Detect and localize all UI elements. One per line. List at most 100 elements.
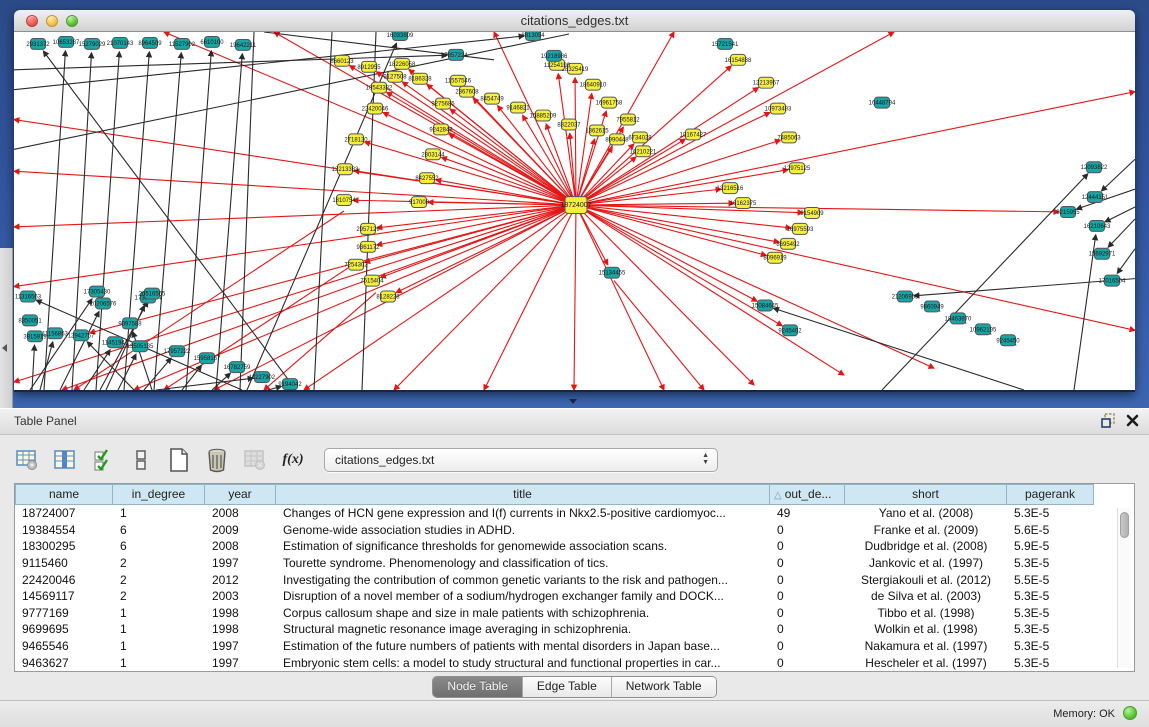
cell-out_degree[interactable]: 0 bbox=[770, 573, 845, 587]
cell-name[interactable]: 9463627 bbox=[15, 656, 113, 670]
cell-pagerank[interactable]: 5.3E-5 bbox=[1007, 506, 1094, 520]
cell-in_degree[interactable]: 2 bbox=[113, 556, 205, 570]
column-header-short[interactable]: short bbox=[845, 484, 1007, 505]
cell-name[interactable]: 9465546 bbox=[15, 639, 113, 653]
cell-pagerank[interactable]: 5.3E-5 bbox=[1007, 556, 1094, 570]
cell-year[interactable]: 2012 bbox=[205, 573, 276, 587]
column-header-pagerank[interactable]: pagerank bbox=[1007, 484, 1094, 505]
cell-out_degree[interactable]: 0 bbox=[770, 656, 845, 670]
cell-in_degree[interactable]: 1 bbox=[113, 639, 205, 653]
new-column-icon[interactable] bbox=[166, 447, 192, 473]
scrollbar-thumb[interactable] bbox=[1120, 512, 1129, 538]
cell-out_degree[interactable]: 0 bbox=[770, 639, 845, 653]
table-row[interactable]: 969969511998Structural magnetic resonanc… bbox=[15, 621, 1134, 638]
control-panel-edge[interactable] bbox=[0, 248, 13, 408]
network-canvas[interactable]: 1872400786601238912955182260589127508105… bbox=[14, 32, 1135, 392]
float-panel-icon[interactable] bbox=[1101, 413, 1116, 433]
cell-title[interactable]: Investigating the contribution of common… bbox=[276, 573, 770, 587]
cell-out_degree[interactable]: 0 bbox=[770, 539, 845, 553]
table-row[interactable]: 1938455462009Genome-wide association stu… bbox=[15, 522, 1134, 539]
cell-year[interactable]: 1997 bbox=[205, 639, 276, 653]
cell-out_degree[interactable]: 0 bbox=[770, 622, 845, 636]
cell-pagerank[interactable]: 5.5E-5 bbox=[1007, 573, 1094, 587]
cell-out_degree[interactable]: 0 bbox=[770, 606, 845, 620]
cell-year[interactable]: 2003 bbox=[205, 589, 276, 603]
cell-title[interactable]: Estimation of significance thresholds fo… bbox=[276, 539, 770, 553]
cell-name[interactable]: 19384554 bbox=[15, 523, 113, 537]
cell-name[interactable]: 22420046 bbox=[15, 573, 113, 587]
table-row[interactable]: 1456911722003Disruption of a novel membe… bbox=[15, 588, 1134, 605]
cell-in_degree[interactable]: 1 bbox=[113, 656, 205, 670]
cell-title[interactable]: Embryonic stem cells: a model to study s… bbox=[276, 656, 770, 670]
cell-short[interactable]: Dudbridge et al. (2008) bbox=[845, 539, 1007, 553]
select-columns-icon[interactable] bbox=[90, 447, 116, 473]
cell-title[interactable]: Tourette syndrome. Phenomenology and cla… bbox=[276, 556, 770, 570]
cell-out_degree[interactable]: 0 bbox=[770, 589, 845, 603]
cell-name[interactable]: 18724007 bbox=[15, 506, 113, 520]
table-row[interactable]: 946554611997Estimation of the future num… bbox=[15, 638, 1134, 655]
cell-title[interactable]: Disruption of a novel member of a sodium… bbox=[276, 589, 770, 603]
cell-year[interactable]: 1998 bbox=[205, 606, 276, 620]
cell-year[interactable]: 2009 bbox=[205, 523, 276, 537]
close-panel-icon[interactable] bbox=[1126, 414, 1139, 432]
panel-collapse-arrow-icon[interactable] bbox=[2, 344, 7, 352]
cell-in_degree[interactable]: 6 bbox=[113, 523, 205, 537]
cell-in_degree[interactable]: 2 bbox=[113, 573, 205, 587]
cell-name[interactable]: 9777169 bbox=[15, 606, 113, 620]
table-row[interactable]: 1872400712008Changes of HCN gene express… bbox=[15, 505, 1134, 522]
cell-in_degree[interactable]: 1 bbox=[113, 622, 205, 636]
cell-year[interactable]: 1997 bbox=[205, 556, 276, 570]
network-window-titlebar[interactable]: citations_edges.txt bbox=[14, 10, 1135, 32]
cell-pagerank[interactable]: 5.6E-5 bbox=[1007, 523, 1094, 537]
cell-pagerank[interactable]: 5.9E-5 bbox=[1007, 539, 1094, 553]
column-header-in_degree[interactable]: in_degree bbox=[113, 484, 205, 505]
cell-name[interactable]: 14569117 bbox=[15, 589, 113, 603]
cell-in_degree[interactable]: 1 bbox=[113, 606, 205, 620]
cell-year[interactable]: 2008 bbox=[205, 539, 276, 553]
cell-in_degree[interactable]: 1 bbox=[113, 506, 205, 520]
cell-short[interactable]: Wolkin et al. (1998) bbox=[845, 622, 1007, 636]
cell-year[interactable]: 1997 bbox=[205, 656, 276, 670]
cell-title[interactable]: Corpus callosum shape and size in male p… bbox=[276, 606, 770, 620]
cell-year[interactable]: 1998 bbox=[205, 622, 276, 636]
cell-pagerank[interactable]: 5.3E-5 bbox=[1007, 639, 1094, 653]
cell-short[interactable]: Hescheler et al. (1997) bbox=[845, 656, 1007, 670]
column-header-out_degree[interactable]: △out_de... bbox=[770, 484, 845, 505]
cell-pagerank[interactable]: 5.3E-5 bbox=[1007, 589, 1094, 603]
cell-out_degree[interactable]: 0 bbox=[770, 556, 845, 570]
cell-in_degree[interactable]: 6 bbox=[113, 539, 205, 553]
cell-short[interactable]: Franke et al. (2009) bbox=[845, 523, 1007, 537]
cell-out_degree[interactable]: 0 bbox=[770, 523, 845, 537]
cell-out_degree[interactable]: 49 bbox=[770, 506, 845, 520]
column-header-year[interactable]: year bbox=[205, 484, 276, 505]
cell-name[interactable]: 9115460 bbox=[15, 556, 113, 570]
cell-pagerank[interactable]: 5.3E-5 bbox=[1007, 656, 1094, 670]
cell-title[interactable]: Genome-wide association studies in ADHD. bbox=[276, 523, 770, 537]
cell-pagerank[interactable]: 5.3E-5 bbox=[1007, 606, 1094, 620]
cell-name[interactable]: 9699695 bbox=[15, 622, 113, 636]
delete-column-icon[interactable] bbox=[204, 447, 230, 473]
cell-short[interactable]: Stergiakouli et al. (2012) bbox=[845, 573, 1007, 587]
table-row[interactable]: 2242004622012Investigating the contribut… bbox=[15, 571, 1134, 588]
table-row[interactable]: 946362711997Embryonic stem cells: a mode… bbox=[15, 654, 1134, 671]
tab-node-table[interactable]: Node Table bbox=[433, 677, 523, 697]
table-scrollbar[interactable] bbox=[1117, 508, 1131, 668]
table-row[interactable]: 1830029562008Estimation of significance … bbox=[15, 538, 1134, 555]
cell-short[interactable]: de Silva et al. (2003) bbox=[845, 589, 1007, 603]
table-options-icon[interactable] bbox=[14, 447, 40, 473]
tab-network-table[interactable]: Network Table bbox=[612, 677, 716, 697]
cell-short[interactable]: Yano et al. (2008) bbox=[845, 506, 1007, 520]
show-column-icon[interactable] bbox=[52, 447, 78, 473]
column-header-name[interactable]: name bbox=[15, 484, 113, 505]
function-builder-icon[interactable]: f(x) bbox=[280, 447, 306, 473]
table-selector-dropdown[interactable]: citations_edges.txt ▲▼ bbox=[324, 448, 718, 472]
cell-title[interactable]: Structural magnetic resonance image aver… bbox=[276, 622, 770, 636]
column-header-title[interactable]: title bbox=[276, 484, 770, 505]
cell-short[interactable]: Nakamura et al. (1997) bbox=[845, 639, 1007, 653]
tab-edge-table[interactable]: Edge Table bbox=[523, 677, 612, 697]
cell-title[interactable]: Estimation of the future numbers of pati… bbox=[276, 639, 770, 653]
cell-year[interactable]: 2008 bbox=[205, 506, 276, 520]
row-height-icon[interactable] bbox=[128, 447, 154, 473]
table-row[interactable]: 911546021997Tourette syndrome. Phenomeno… bbox=[15, 555, 1134, 572]
table-row[interactable]: 977716911998Corpus callosum shape and si… bbox=[15, 605, 1134, 622]
